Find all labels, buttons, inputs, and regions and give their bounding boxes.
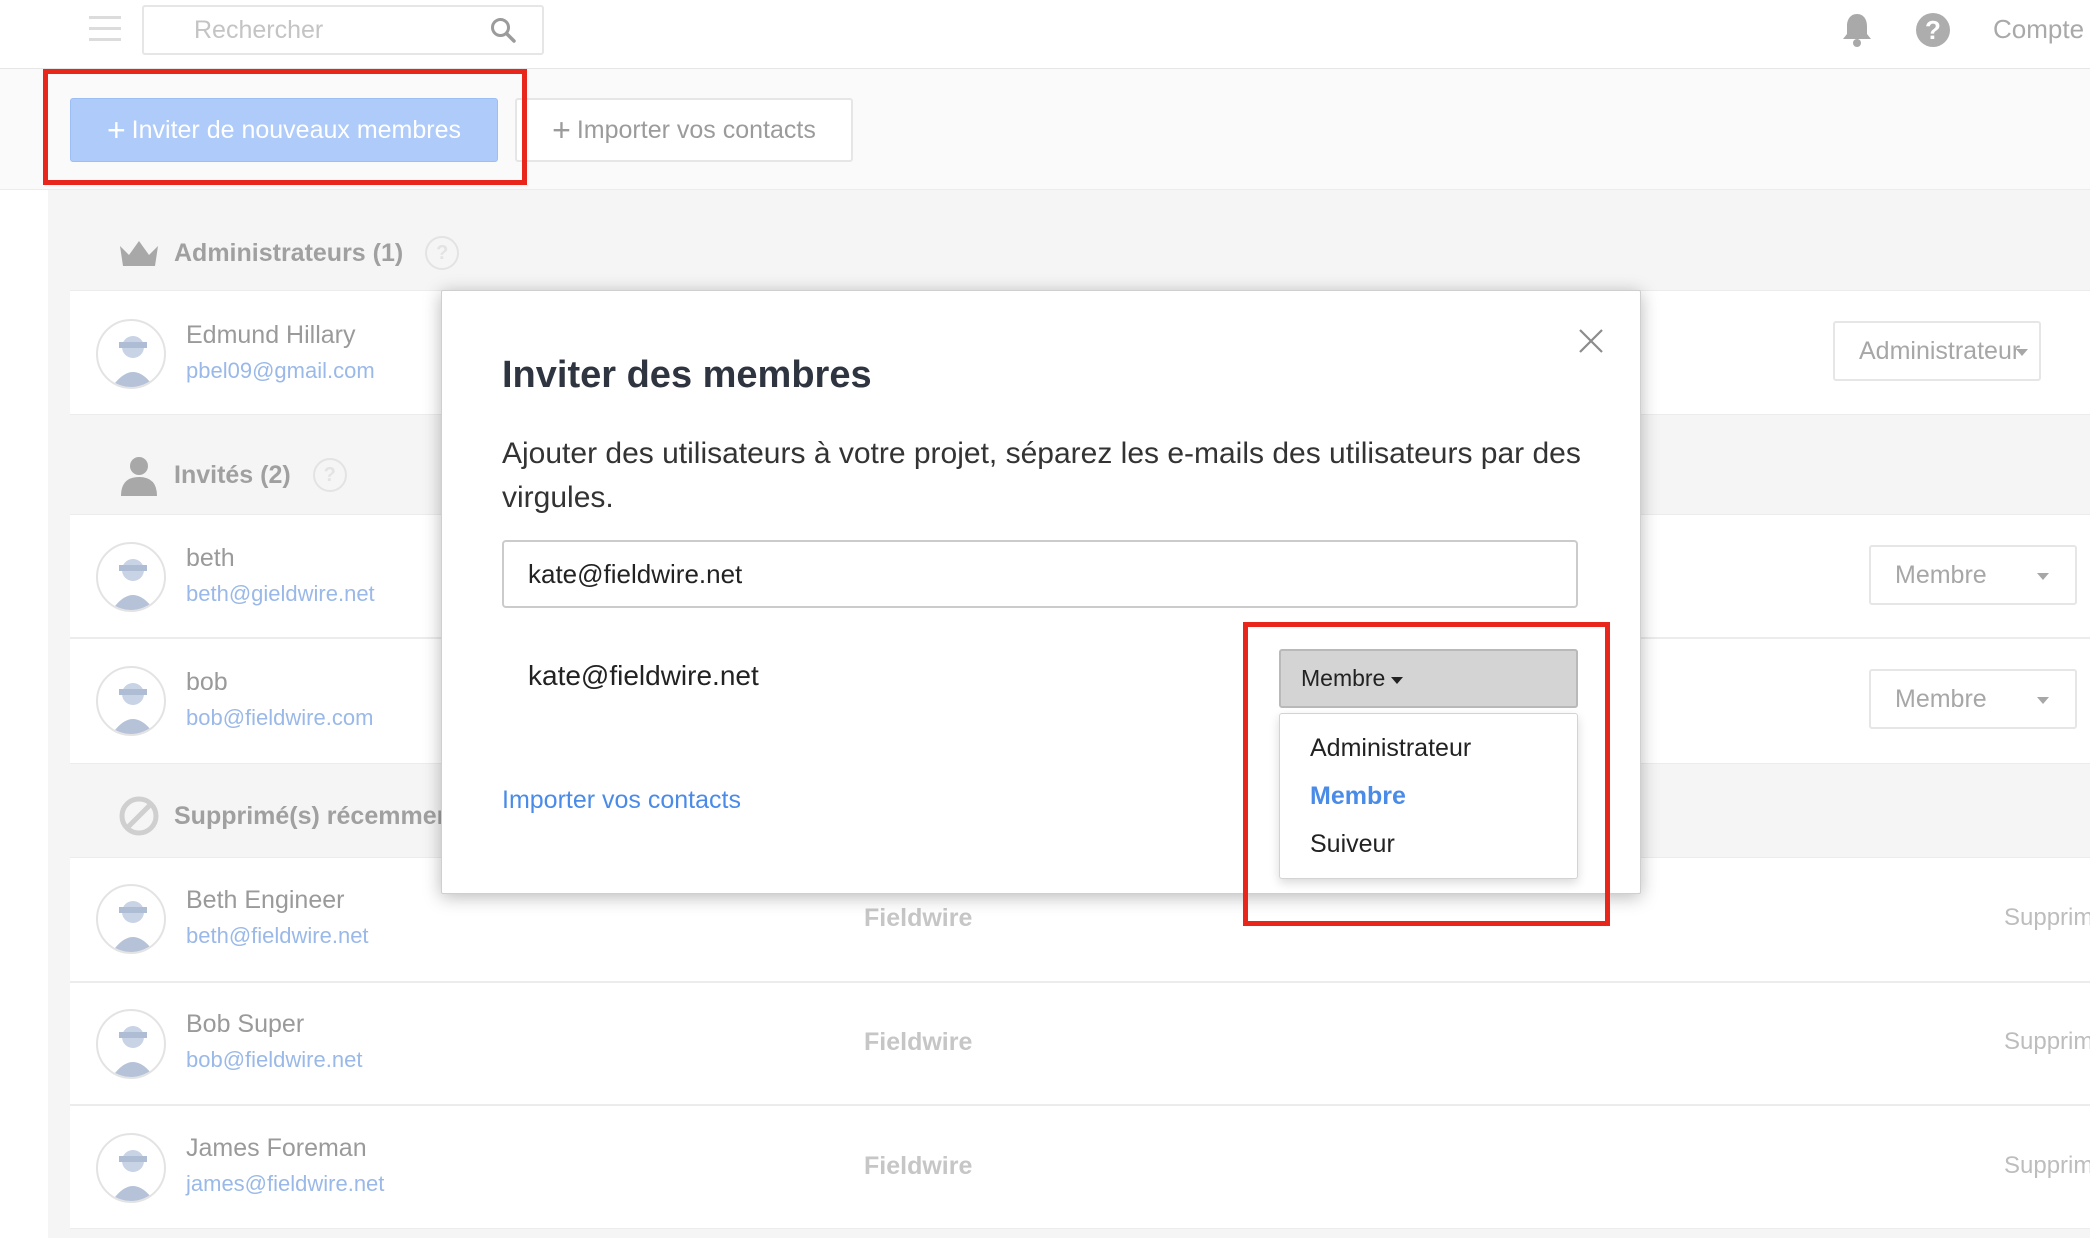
search-input[interactable] [144,7,484,53]
member-email[interactable]: bob@fieldwire.net [186,1047,362,1073]
highlight-box [1243,622,1610,926]
member-row[interactable]: James Foreman james@fieldwire.net Fieldw… [70,1105,2090,1229]
section-label: Administrateurs (1) [174,238,404,267]
modal-description: Ajouter des utilisateurs à votre projet,… [502,437,1581,514]
member-email[interactable]: pbel09@gmail.com [186,358,375,384]
section-administrators: Administrateurs (1) ? [118,236,460,270]
section-removed: Supprimé(s) récemment [118,795,460,837]
role-select[interactable]: Administrateur [1833,321,2041,381]
menu-icon[interactable] [89,14,121,44]
removed-status: Supprim [2004,904,2090,931]
pending-invite-email: kate@fieldwire.net [528,660,759,691]
import-contacts-button[interactable]: + Importer vos contacts [515,98,853,162]
section-label: Supprimé(s) récemment [174,801,461,830]
role-select-value: Membre [1895,560,1987,589]
member-name: Beth Engineer [186,886,345,914]
chevron-down-icon [2037,573,2049,580]
bell-icon[interactable] [1841,12,1873,48]
avatar [96,884,166,954]
close-icon[interactable] [1578,328,1604,354]
member-email[interactable]: bob@fieldwire.com [186,705,373,731]
account-menu[interactable]: Compte [1993,14,2084,45]
member-name: Bob Super [186,1010,305,1038]
role-select[interactable]: Membre [1869,545,2077,605]
section-label: Invités (2) [174,460,291,489]
removed-status: Supprim [2004,1028,2090,1055]
avatar [96,319,166,389]
member-name: Edmund Hillary [186,321,356,349]
member-company: Fieldwire [864,1152,973,1180]
role-select[interactable]: Membre [1869,669,2077,729]
plus-icon: + [552,112,571,148]
section-invited: Invités (2) ? [118,454,347,496]
import-contacts-label: Importer vos contacts [576,115,816,144]
member-name: beth [186,544,235,572]
highlight-box [43,69,527,185]
blocked-icon [119,796,159,836]
help-icon[interactable]: ? [312,458,347,492]
member-company: Fieldwire [864,904,973,932]
search-box[interactable] [142,5,544,55]
avatar [96,1133,166,1203]
email-field[interactable] [502,540,1578,608]
chevron-down-icon [2037,697,2049,704]
user-icon [121,457,157,496]
chevron-down-icon [2016,349,2028,356]
avatar [96,666,166,736]
help-icon[interactable]: ? [1916,13,1950,47]
member-email[interactable]: beth@gieldwire.net [186,581,375,607]
member-email[interactable]: james@fieldwire.net [186,1171,384,1197]
crown-icon [120,241,158,266]
member-name: James Foreman [186,1134,367,1162]
avatar [96,1009,166,1079]
removed-status: Supprim [2004,1152,2090,1179]
import-contacts-link[interactable]: Importer vos contacts [502,786,741,815]
member-email[interactable]: beth@fieldwire.net [186,923,369,949]
member-company: Fieldwire [864,1028,973,1056]
member-row[interactable]: Bob Super bob@fieldwire.net Fieldwire Su… [70,982,2090,1105]
help-icon[interactable]: ? [425,236,460,270]
avatar [96,542,166,612]
member-name: bob [186,668,228,696]
role-select-value: Administrateur [1859,336,2021,365]
role-select-value: Membre [1895,684,1987,713]
search-icon[interactable] [490,17,516,43]
modal-title: Inviter des membres [502,354,872,396]
